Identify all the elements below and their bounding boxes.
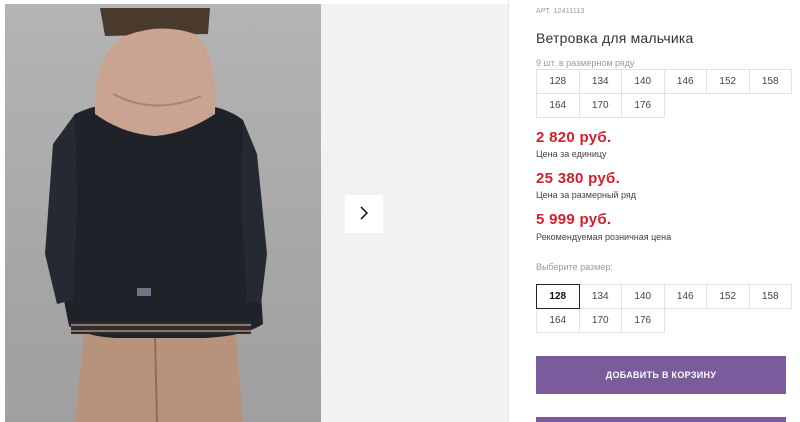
size-option-146[interactable]: 146 bbox=[663, 284, 707, 309]
unit-price-label: Цена за единицу bbox=[536, 149, 607, 159]
size-option-176[interactable]: 176 bbox=[621, 308, 665, 333]
article-number: АРТ. 12411113 bbox=[536, 8, 585, 15]
product-gallery bbox=[0, 0, 508, 422]
size-option-140[interactable]: 140 bbox=[621, 284, 665, 309]
retail-price-label: Рекомендуемая розничная цена bbox=[536, 232, 672, 242]
size-selector-label: Выберите размер: bbox=[536, 262, 613, 272]
quantity-note: 9 шт. в размерном ряду bbox=[536, 58, 635, 68]
size-option-134[interactable]: 134 bbox=[578, 284, 622, 309]
size-range-item: 134 bbox=[578, 69, 622, 94]
secondary-action-button[interactable] bbox=[536, 417, 786, 422]
add-to-cart-button[interactable]: ДОБАВИТЬ В КОРЗИНУ bbox=[536, 356, 786, 394]
product-photo bbox=[5, 4, 321, 422]
range-price-label: Цена за размерный ряд bbox=[536, 190, 637, 200]
size-range-item: 176 bbox=[621, 93, 665, 118]
size-option-164[interactable]: 164 bbox=[536, 308, 580, 333]
next-image-button[interactable] bbox=[345, 195, 383, 233]
size-range-item: 164 bbox=[536, 93, 580, 118]
size-range-grid: 128 134 140 146 152 158 164 170 176 bbox=[536, 69, 792, 118]
size-range-item: 152 bbox=[706, 69, 750, 94]
size-range-item: 170 bbox=[578, 93, 622, 118]
size-range-item: 158 bbox=[748, 69, 792, 94]
size-range-item: 128 bbox=[536, 69, 580, 94]
column-divider bbox=[508, 0, 509, 422]
size-selector: 128 134 140 146 152 158 164 170 176 bbox=[536, 284, 792, 333]
range-price: 25 380 руб. bbox=[536, 170, 621, 187]
product-title: Ветровка для мальчика bbox=[536, 30, 694, 46]
size-range-item: 146 bbox=[663, 69, 707, 94]
chevron-right-icon bbox=[358, 205, 370, 224]
unit-price: 2 820 руб. bbox=[536, 129, 612, 146]
size-range-item: 140 bbox=[621, 69, 665, 94]
retail-price: 5 999 руб. bbox=[536, 211, 612, 228]
size-option-170[interactable]: 170 bbox=[578, 308, 622, 333]
size-option-128[interactable]: 128 bbox=[536, 284, 580, 309]
size-option-152[interactable]: 152 bbox=[706, 284, 750, 309]
size-option-158[interactable]: 158 bbox=[748, 284, 792, 309]
